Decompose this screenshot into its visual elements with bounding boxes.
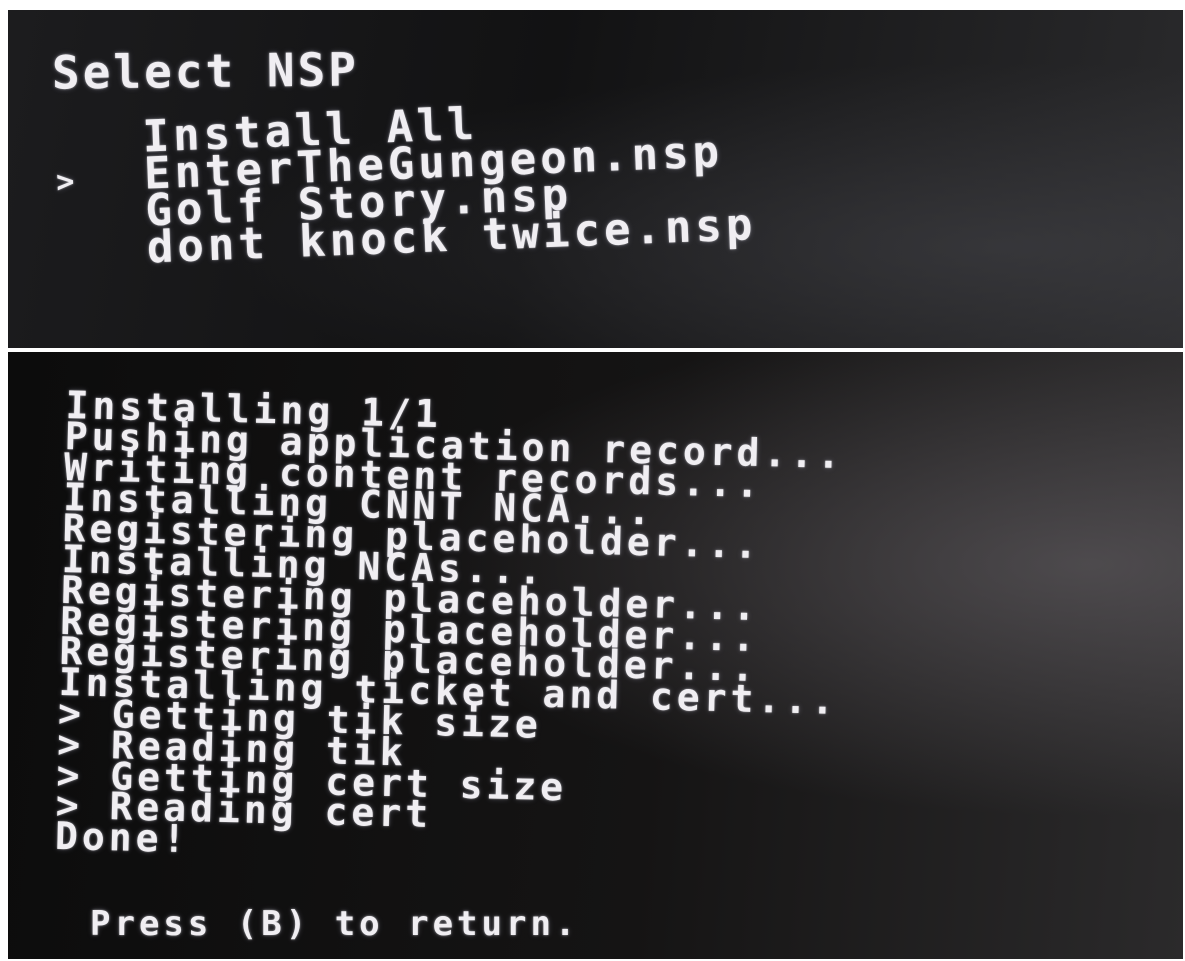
select-nsp-screen: Select NSP Install All > EnterTheGungeon… — [8, 10, 1183, 348]
nsp-menu: Install All > EnterTheGungeon.nsp Golf S… — [54, 87, 959, 274]
install-log: Installing 1/1 Pushing application recor… — [55, 383, 1146, 878]
selection-cursor — [58, 226, 146, 229]
screen-title: Select NSP — [51, 42, 360, 100]
selection-cursor — [55, 152, 143, 155]
selection-cursor: > — [55, 164, 80, 200]
return-prompt: Press (B) to return. — [90, 904, 580, 944]
install-progress-screen: Installing 1/1 Pushing application recor… — [8, 352, 1183, 959]
selection-cursor — [60, 263, 148, 266]
